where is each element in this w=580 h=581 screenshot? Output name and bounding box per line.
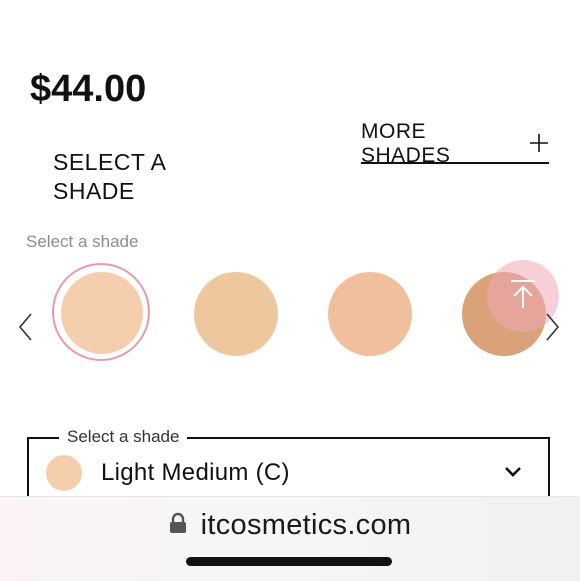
chevron-right-icon[interactable]: [540, 310, 564, 344]
more-shades-label: MORE SHADES: [361, 120, 451, 167]
arrow-up-to-top-icon: [508, 278, 538, 315]
more-shades-button[interactable]: MORE SHADES: [361, 120, 549, 167]
url-text: itcosmetics.com: [200, 509, 412, 541]
dropdown-shade-swatch: [46, 455, 82, 491]
select-shade-hint: Select a shade: [26, 232, 139, 251]
dropdown-legend: Select a shade: [59, 427, 188, 447]
home-indicator: [186, 557, 392, 566]
select-shade-heading: SELECT A SHADE: [53, 149, 166, 204]
lock-icon: [169, 509, 187, 542]
plus-icon: [529, 130, 549, 158]
browser-address-bar[interactable]: itcosmetics.com: [0, 496, 580, 581]
shade-swatch-3[interactable]: [328, 272, 412, 356]
chevron-left-icon[interactable]: [14, 310, 38, 344]
url-display[interactable]: itcosmetics.com: [0, 509, 580, 542]
shade-swatch-1[interactable]: [61, 272, 143, 354]
chevron-down-icon: [504, 465, 522, 479]
shade-swatch-2[interactable]: [194, 272, 278, 356]
dropdown-selected-value: Light Medium (C): [101, 459, 290, 486]
product-price: $44.00: [30, 68, 147, 110]
